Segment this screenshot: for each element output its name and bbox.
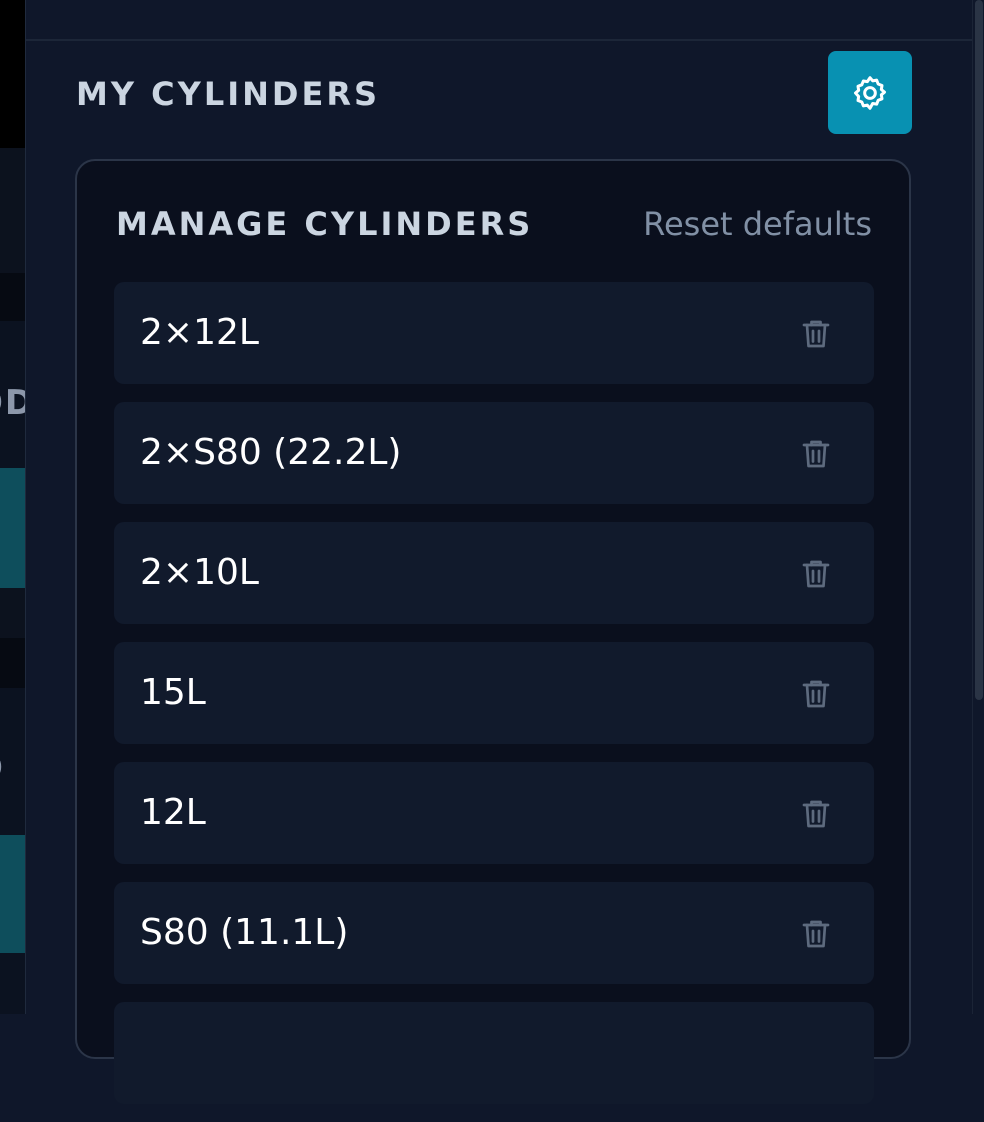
settings-button[interactable]	[828, 51, 912, 134]
cylinder-item: 2×S80 (22.2L)	[114, 402, 874, 504]
cylinder-item: S80 (11.1L)	[114, 882, 874, 984]
background-heading-fragment: OD	[0, 383, 25, 423]
gear-icon	[854, 75, 886, 110]
background-block	[0, 273, 25, 321]
cylinders-panel: MY CYLINDERS MANAGE CYLINDERS Reset defa…	[26, 0, 972, 1104]
trash-icon[interactable]	[798, 915, 834, 953]
trash-icon[interactable]	[798, 795, 834, 833]
background-accent-block	[0, 835, 25, 953]
cylinder-list: 2×12L 2×S80 (22.2L) 2×10L 15L 12L S80 (1…	[114, 282, 874, 1122]
background-panel-edge: OD O	[0, 0, 26, 1014]
background-block	[0, 588, 25, 638]
background-block	[0, 148, 25, 273]
panel-title: MY CYLINDERS	[76, 75, 380, 113]
trash-icon[interactable]	[798, 435, 834, 473]
background-block	[0, 638, 25, 688]
manage-cylinders-card: MANAGE CYLINDERS Reset defaults 2×12L 2×…	[75, 159, 911, 1104]
background-heading-fragment: O	[0, 748, 25, 788]
background-block	[0, 0, 25, 148]
card-title: MANAGE CYLINDERS	[116, 205, 534, 243]
cylinder-label: S80 (11.1L)	[140, 912, 349, 953]
cylinder-item	[114, 1002, 874, 1104]
scrollbar-thumb[interactable]	[975, 0, 983, 700]
divider	[26, 39, 972, 41]
cylinder-label: 2×10L	[140, 552, 259, 593]
cylinder-label: 15L	[140, 672, 206, 713]
cylinder-item: 12L	[114, 762, 874, 864]
trash-icon[interactable]	[798, 675, 834, 713]
trash-icon[interactable]	[798, 555, 834, 593]
cylinder-item: 15L	[114, 642, 874, 744]
cylinder-label: 2×S80 (22.2L)	[140, 432, 402, 473]
trash-icon[interactable]	[798, 315, 834, 353]
background-accent-block	[0, 468, 25, 588]
reset-defaults-link[interactable]: Reset defaults	[643, 202, 872, 246]
cylinder-item: 2×12L	[114, 282, 874, 384]
cylinder-label: 12L	[140, 792, 206, 833]
cylinder-item: 2×10L	[114, 522, 874, 624]
scrollbar[interactable]	[972, 0, 984, 1014]
cylinder-label: 2×12L	[140, 312, 259, 353]
